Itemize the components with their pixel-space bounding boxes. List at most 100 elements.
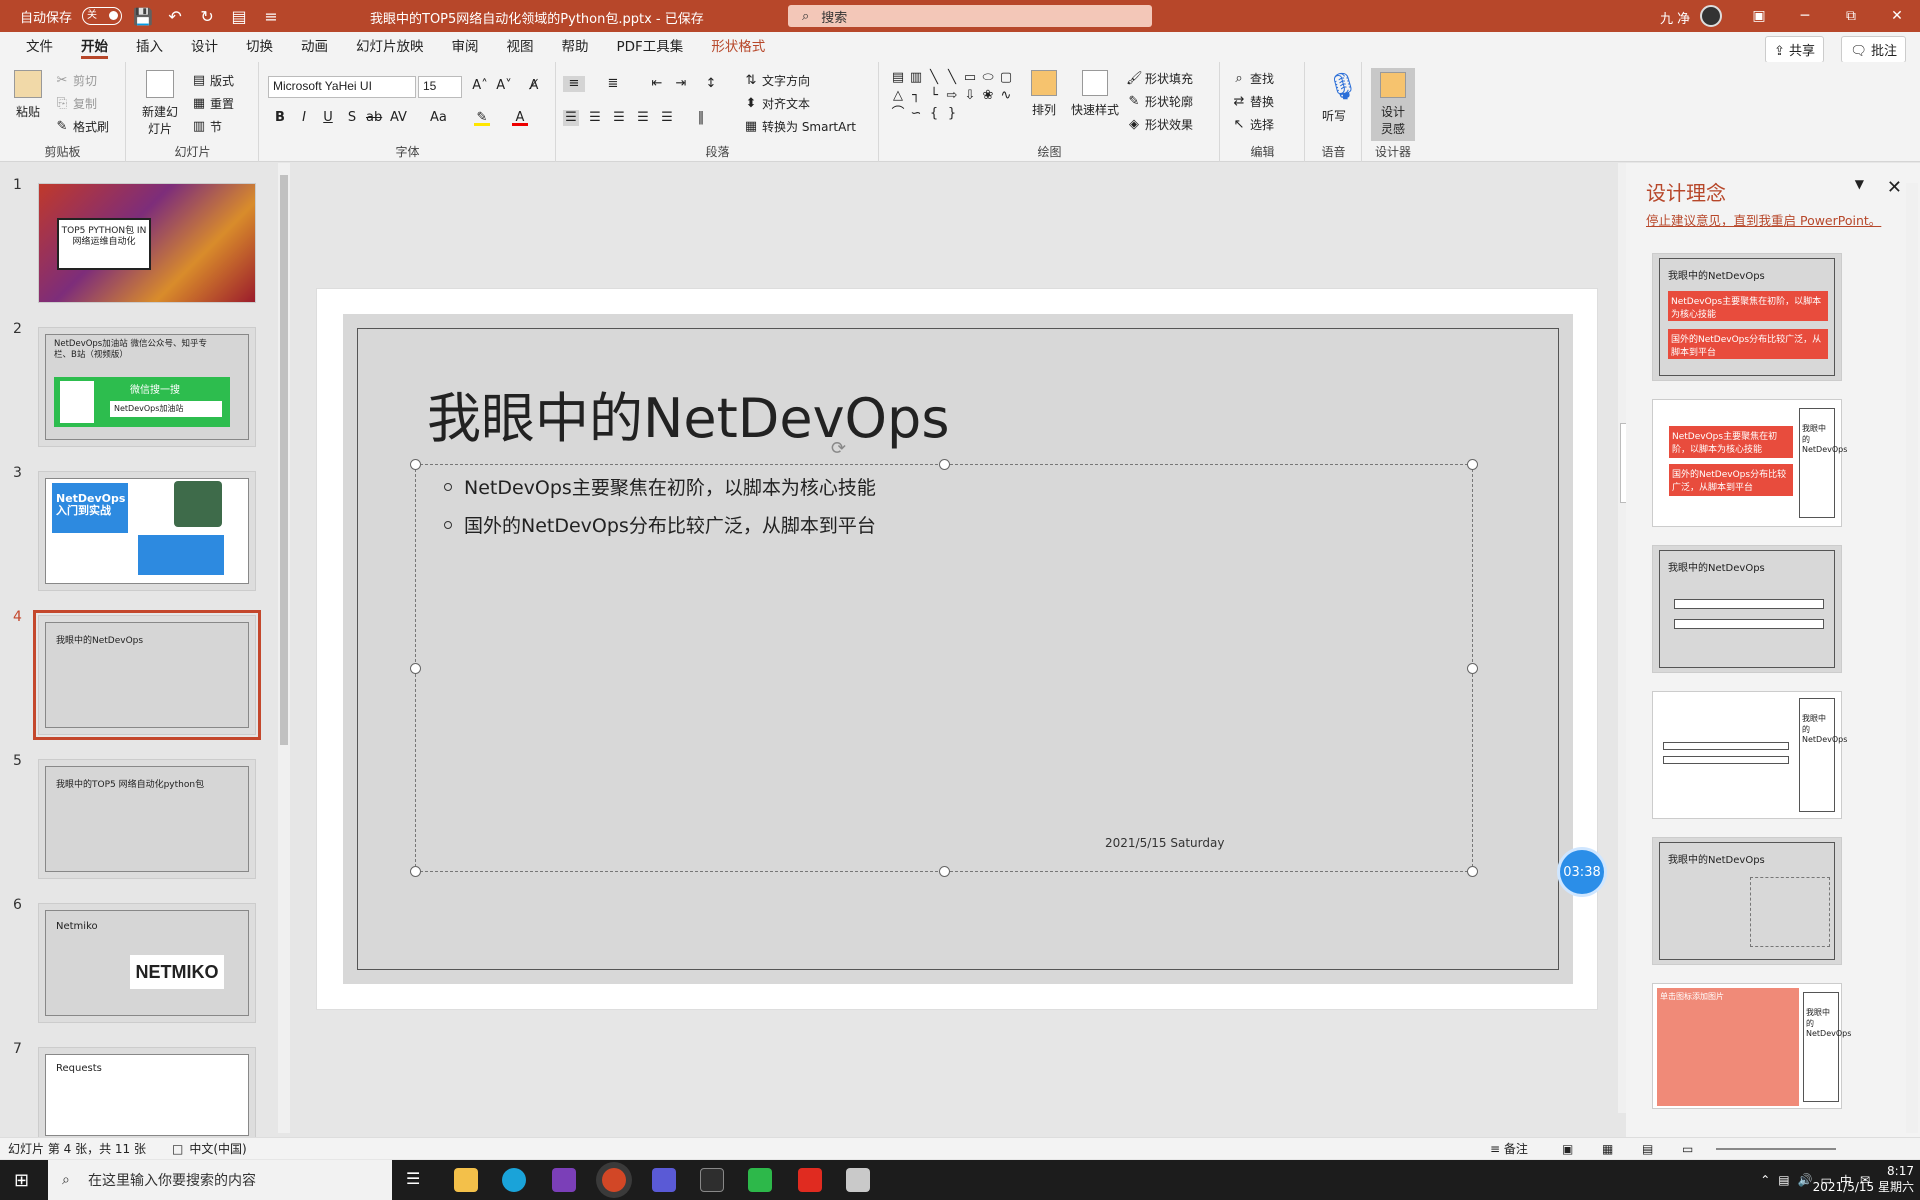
- shape-fill-button[interactable]: 🖌 形状填充: [1126, 70, 1193, 87]
- bullet-item[interactable]: 国外的NetDevOps分布比较广泛，从脚本到平台: [444, 511, 876, 538]
- grow-font-button[interactable]: A˄: [472, 78, 488, 94]
- increase-indent-button[interactable]: ⇥: [673, 76, 689, 92]
- design-ideas-button[interactable]: 设计灵感: [1371, 68, 1415, 141]
- slideshow-view-icon[interactable]: ▭: [1682, 1142, 1693, 1156]
- shape-outline-button[interactable]: ✎ 形状轮廓: [1126, 93, 1193, 110]
- photos-icon[interactable]: [652, 1168, 676, 1192]
- italic-button[interactable]: I: [296, 110, 312, 126]
- designer-scrollbar[interactable]: [1906, 183, 1918, 1133]
- numbering-button[interactable]: ≣: [605, 76, 621, 92]
- copy-button[interactable]: ⎘ 复制: [54, 95, 97, 112]
- present-icon[interactable]: ▤: [228, 7, 250, 26]
- bullets-button[interactable]: ≡: [563, 76, 585, 92]
- tab-file[interactable]: 文件: [12, 32, 67, 62]
- task-view-icon[interactable]: ☰: [406, 1169, 420, 1188]
- char-spacing-button[interactable]: AV: [390, 110, 407, 126]
- thumbnail-slide-5[interactable]: 我眼中的TOP5 网络自动化python包: [38, 759, 256, 879]
- autosave-toggle[interactable]: 关: [82, 7, 123, 25]
- bullet-item[interactable]: NetDevOps主要聚焦在初阶，以脚本为核心技能: [444, 473, 876, 500]
- section-button[interactable]: ▥ 节: [191, 118, 222, 135]
- align-right-button[interactable]: ☰: [611, 110, 627, 126]
- align-text-button[interactable]: ⬍ 对齐文本: [743, 95, 810, 112]
- slide[interactable]: 我眼中的NetDevOps ⟳ NetDevOps主要聚焦在初阶，以脚本为核心技…: [343, 314, 1573, 984]
- wps-icon[interactable]: [798, 1168, 822, 1192]
- slide-title[interactable]: 我眼中的NetDevOps: [427, 374, 949, 453]
- tab-review[interactable]: 审阅: [438, 32, 493, 62]
- edge-icon[interactable]: [502, 1168, 526, 1192]
- thumbnail-slide-6[interactable]: Netmiko NETMIKO: [38, 903, 256, 1023]
- resize-handle[interactable]: [1467, 866, 1478, 877]
- replace-button[interactable]: ⇄ 替换: [1231, 93, 1274, 110]
- snipping-tool-icon[interactable]: [846, 1168, 870, 1192]
- find-button[interactable]: ⌕ 查找: [1231, 70, 1274, 87]
- reading-view-icon[interactable]: ▤: [1642, 1142, 1653, 1156]
- change-case-button[interactable]: Aa: [430, 110, 447, 126]
- text-direction-button[interactable]: ⇅ 文字方向: [743, 72, 810, 89]
- thumbnail-slide-1[interactable]: TOP5 PYTHON包 IN 网络运维自动化: [38, 183, 256, 303]
- shadow-button[interactable]: S: [344, 110, 360, 126]
- tab-home[interactable]: 开始: [67, 32, 122, 62]
- arrange-button[interactable]: 排列: [1024, 70, 1064, 118]
- align-left-button[interactable]: ☰: [563, 110, 579, 126]
- decrease-indent-button[interactable]: ⇤: [649, 76, 665, 92]
- highlight-button[interactable]: ✎: [474, 110, 490, 126]
- tab-help[interactable]: 帮助: [548, 32, 603, 62]
- stop-suggestions-link[interactable]: 停止建议意见，直到我重启 PowerPoint。: [1646, 210, 1881, 229]
- restore-icon[interactable]: ⧉: [1828, 0, 1874, 32]
- resize-handle[interactable]: [410, 866, 421, 877]
- network-icon[interactable]: ▤: [1778, 1173, 1789, 1187]
- smartart-button[interactable]: ▦ 转换为 SmartArt: [743, 118, 856, 135]
- resize-handle[interactable]: [939, 866, 950, 877]
- format-painter-button[interactable]: ✎ 格式刷: [54, 118, 109, 135]
- tab-pdf-tools[interactable]: PDF工具集: [603, 32, 698, 62]
- powerpoint-icon[interactable]: [602, 1168, 626, 1192]
- select-button[interactable]: ↖ 选择: [1231, 116, 1274, 133]
- cut-button[interactable]: ✂ 剪切: [54, 72, 97, 89]
- tab-animations[interactable]: 动画: [287, 32, 342, 62]
- resize-handle[interactable]: [410, 459, 421, 470]
- search-box[interactable]: ⌕ 搜索: [788, 5, 1152, 27]
- distributed-button[interactable]: ☰: [659, 110, 675, 126]
- thumbnail-scrollbar[interactable]: [278, 163, 290, 1133]
- close-icon[interactable]: ✕: [1874, 0, 1920, 32]
- taskbar-search[interactable]: ⌕ 在这里输入你要搜索的内容: [48, 1160, 392, 1200]
- line-spacing-button[interactable]: ↕: [703, 76, 719, 92]
- paste-button[interactable]: 粘贴: [10, 70, 46, 120]
- undo-icon[interactable]: ↶: [164, 7, 186, 26]
- thumbnail-slide-3[interactable]: NetDevOps 入门到实战: [38, 471, 256, 591]
- close-icon[interactable]: ✕: [1887, 177, 1902, 198]
- design-idea-2[interactable]: NetDevOps主要聚焦在初阶，以脚本为核心技能 国外的NetDevOps分布…: [1652, 399, 1847, 527]
- design-idea-6[interactable]: 单击图标添加图片 我眼中的 NetDevOps: [1652, 983, 1851, 1109]
- save-icon[interactable]: 💾: [132, 7, 154, 26]
- layout-button[interactable]: ▤ 版式: [191, 72, 234, 89]
- onenote-icon[interactable]: [552, 1168, 576, 1192]
- design-idea-4[interactable]: 我眼中的 NetDevOps: [1652, 691, 1847, 819]
- user-name[interactable]: 九 净: [1660, 8, 1690, 27]
- dictate-button[interactable]: 🎙 听写: [1314, 70, 1359, 124]
- windows-start-icon[interactable]: ⊞: [14, 1170, 29, 1191]
- justify-button[interactable]: ☰: [635, 110, 651, 126]
- resize-handle[interactable]: [1467, 663, 1478, 674]
- ribbon-display-icon[interactable]: ▣: [1736, 0, 1782, 32]
- design-idea-5[interactable]: 我眼中的NetDevOps: [1652, 837, 1842, 965]
- tab-slideshow[interactable]: 幻灯片放映: [342, 32, 438, 62]
- font-color-button[interactable]: A: [512, 110, 528, 126]
- new-slide-button[interactable]: 新建幻灯片: [135, 70, 185, 137]
- thumbnail-slide-2[interactable]: NetDevOps加油站 微信公众号、知乎专栏、B站（视频版） 微信搜一搜 Ne…: [38, 327, 256, 447]
- reset-button[interactable]: ▦ 重置: [191, 95, 234, 112]
- recording-timer[interactable]: 03:38: [1560, 850, 1604, 894]
- notes-button[interactable]: ≡ 备注: [1490, 1140, 1528, 1157]
- align-center-button[interactable]: ☰: [587, 110, 603, 126]
- tab-shape-format[interactable]: 形状格式: [697, 32, 779, 62]
- content-placeholder[interactable]: NetDevOps主要聚焦在初阶，以脚本为核心技能 国外的NetDevOps分布…: [410, 459, 1478, 877]
- rotate-handle-icon[interactable]: ⟳: [831, 438, 846, 459]
- resize-handle[interactable]: [410, 663, 421, 674]
- avatar[interactable]: [1700, 5, 1722, 27]
- tab-insert[interactable]: 插入: [122, 32, 177, 62]
- comment-button[interactable]: 🗨 批注: [1841, 36, 1906, 63]
- columns-button[interactable]: ‖: [693, 110, 709, 126]
- minimize-icon[interactable]: ─: [1782, 0, 1828, 32]
- language-status[interactable]: 中文(中国): [189, 1140, 246, 1157]
- thumbnail-slide-4[interactable]: 我眼中的NetDevOps: [33, 610, 261, 740]
- font-size-select[interactable]: 15: [418, 76, 462, 98]
